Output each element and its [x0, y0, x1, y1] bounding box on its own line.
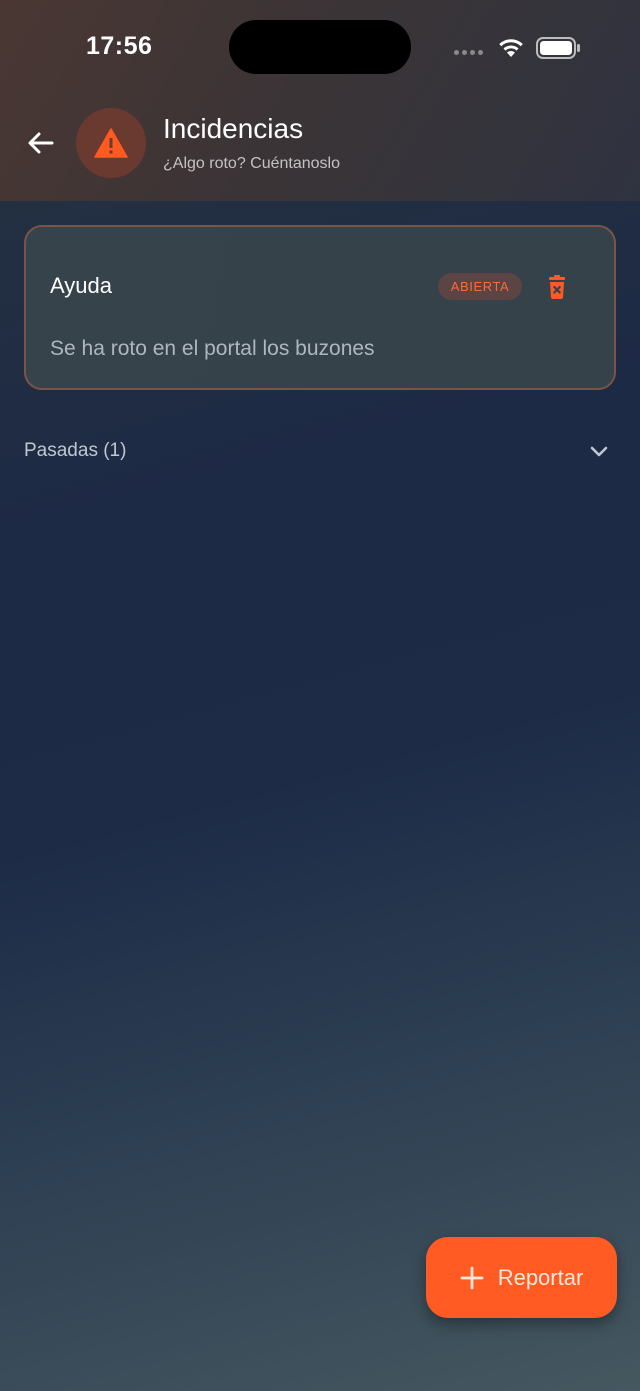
- incident-card[interactable]: Ayuda ABIERTA Se ha roto en el portal lo…: [24, 225, 616, 390]
- report-button[interactable]: Reportar: [426, 1237, 617, 1318]
- page-title: Incidencias: [163, 113, 304, 144]
- status-badge: ABIERTA: [438, 273, 522, 300]
- battery-icon: [536, 37, 580, 59]
- page-subtitle: ¿Algo roto? Cuéntanoslo: [163, 155, 340, 172]
- trash-icon[interactable]: [546, 275, 568, 299]
- app-header: 17:56 Incidencias ¿Algo roto? Cuéntanosl…: [0, 0, 640, 201]
- past-section-label: Pasadas (1): [24, 440, 127, 461]
- plus-icon: [460, 1266, 484, 1289]
- incident-description: Se ha roto en el portal los buzones: [50, 337, 375, 360]
- dynamic-island: [229, 20, 411, 74]
- status-time: 17:56: [86, 32, 153, 60]
- wifi-icon: [499, 39, 523, 57]
- header-avatar: [76, 108, 146, 178]
- signal-icon: [454, 50, 483, 55]
- arrow-left-icon[interactable]: [24, 126, 58, 160]
- warning-triangle-icon: [94, 128, 128, 158]
- past-section-toggle[interactable]: Pasadas (1): [24, 436, 616, 468]
- status-bar: 17:56: [0, 0, 640, 96]
- chevron-down-icon: [590, 446, 608, 457]
- report-button-label: Reportar: [497, 1264, 584, 1290]
- incident-title: Ayuda: [50, 273, 112, 298]
